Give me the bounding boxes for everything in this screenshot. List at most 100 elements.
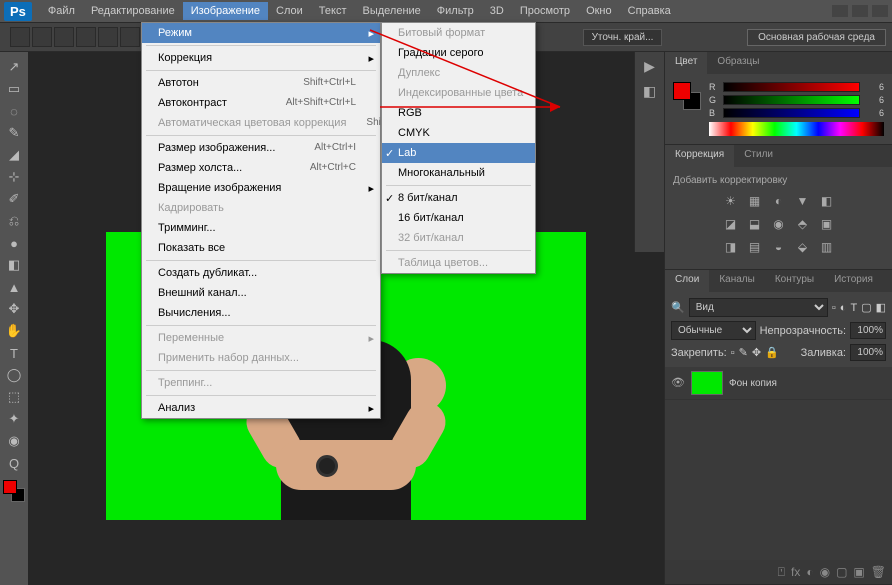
menu-item[interactable]: Режим▸	[142, 23, 380, 43]
menu-item[interactable]: АвтоконтрастAlt+Shift+Ctrl+L	[142, 93, 380, 113]
b-slider[interactable]	[723, 108, 860, 118]
layer-name[interactable]: Фон копия	[729, 378, 777, 389]
adj-icon[interactable]: ▥	[818, 238, 836, 256]
foreground-background-color[interactable]	[3, 480, 25, 502]
adj-icon[interactable]: ◪	[722, 215, 740, 233]
tool-button[interactable]: ✐	[2, 188, 26, 210]
lock-icon[interactable]: ✎	[739, 346, 748, 359]
blend-mode-select[interactable]: Обычные	[671, 321, 756, 340]
tab-adjustments[interactable]: Коррекция	[665, 145, 734, 167]
opt-icon[interactable]	[32, 27, 52, 47]
tool-button[interactable]: ◯	[2, 364, 26, 386]
tool-button[interactable]: Q	[2, 452, 26, 474]
tab-swatches[interactable]: Образцы	[707, 52, 769, 74]
tab-layers[interactable]: Слои	[665, 270, 709, 292]
menu-item[interactable]: Размер холста...Alt+Ctrl+C	[142, 158, 380, 178]
play-icon[interactable]: ▶	[644, 58, 655, 75]
close-button[interactable]	[872, 5, 888, 17]
menu-справка[interactable]: Справка	[620, 2, 679, 20]
tool-button[interactable]: ◧	[2, 254, 26, 276]
adj-icon[interactable]: ⬙	[794, 238, 812, 256]
menu-item[interactable]: Анализ▸	[142, 398, 380, 418]
menu-item[interactable]: Вычисления...	[142, 303, 380, 323]
adj-icon[interactable]: ⬘	[794, 215, 812, 233]
submenu-item[interactable]: 16 бит/канал	[382, 208, 535, 228]
opt-icon[interactable]	[98, 27, 118, 47]
menu-фильтр[interactable]: Фильтр	[429, 2, 482, 20]
lock-icon[interactable]: ▫	[731, 347, 735, 359]
delete-layer-icon[interactable]: 🗑	[871, 565, 886, 579]
adj-icon[interactable]: ▤	[746, 238, 764, 256]
menu-item[interactable]: Коррекция▸	[142, 48, 380, 68]
menu-просмотр[interactable]: Просмотр	[512, 2, 578, 20]
tool-button[interactable]: ▲	[2, 276, 26, 298]
lock-icon[interactable]: 🔒	[765, 346, 779, 359]
tab-color[interactable]: Цвет	[665, 52, 707, 74]
panel-icon[interactable]: ◧	[643, 83, 656, 100]
minimize-button[interactable]	[832, 5, 848, 17]
g-value[interactable]: 6	[864, 95, 884, 105]
b-value[interactable]: 6	[864, 108, 884, 118]
submenu-item[interactable]: CMYK	[382, 123, 535, 143]
group-icon[interactable]: ▢	[836, 565, 847, 579]
tool-button[interactable]: T	[2, 342, 26, 364]
tool-button[interactable]: ✎	[2, 122, 26, 144]
tab-paths[interactable]: Контуры	[765, 270, 824, 292]
menu-3d[interactable]: 3D	[482, 2, 512, 20]
foreground-color-swatch[interactable]	[3, 480, 17, 494]
adj-icon[interactable]: ◒	[770, 238, 788, 256]
filter-icon[interactable]: ◧	[876, 301, 886, 314]
menu-текст[interactable]: Текст	[311, 2, 355, 20]
tool-button[interactable]: ◉	[2, 430, 26, 452]
layer-thumbnail[interactable]	[691, 371, 723, 395]
adj-icon[interactable]: ▦	[746, 192, 764, 210]
menu-item[interactable]: Вращение изображения▸	[142, 178, 380, 198]
tab-history[interactable]: История	[824, 270, 883, 292]
g-slider[interactable]	[723, 95, 860, 105]
menu-item[interactable]: Размер изображения...Alt+Ctrl+I	[142, 138, 380, 158]
r-value[interactable]: 6	[864, 82, 884, 92]
menu-слои[interactable]: Слои	[268, 2, 311, 20]
fx-icon[interactable]: fx	[791, 565, 800, 579]
opt-icon[interactable]	[54, 27, 74, 47]
tool-button[interactable]: ▭	[2, 78, 26, 100]
submenu-item[interactable]: ✓8 бит/канал	[382, 188, 535, 208]
adj-icon[interactable]: ☀	[722, 192, 740, 210]
workspace-switcher[interactable]: Основная рабочая среда	[747, 29, 886, 46]
adj-icon[interactable]: ◉	[770, 215, 788, 233]
tool-button[interactable]: ⎌	[2, 210, 26, 232]
adj-icon[interactable]: ▼	[794, 192, 812, 210]
color-swatches[interactable]	[673, 82, 701, 110]
tool-button[interactable]: ✋	[2, 320, 26, 342]
filter-icon[interactable]: ▫	[832, 302, 836, 314]
link-layers-icon[interactable]: ⍞	[778, 565, 785, 580]
visibility-icon[interactable]: 👁	[671, 376, 685, 390]
submenu-item[interactable]: Многоканальный	[382, 163, 535, 183]
tool-button[interactable]: ●	[2, 232, 26, 254]
new-layer-icon[interactable]: ▣	[853, 565, 864, 579]
filter-icon[interactable]: ◐	[840, 302, 847, 314]
filter-icon[interactable]: T	[850, 302, 857, 314]
tab-channels[interactable]: Каналы	[709, 270, 765, 292]
opt-icon[interactable]	[76, 27, 96, 47]
submenu-item[interactable]: RGB	[382, 103, 535, 123]
tool-button[interactable]: ⬚	[2, 386, 26, 408]
refine-edge-button[interactable]: Уточн. край...	[583, 29, 663, 46]
adj-icon[interactable]: ▣	[818, 215, 836, 233]
filter-icon[interactable]: ▢	[861, 301, 871, 314]
adj-icon[interactable]: ⬓	[746, 215, 764, 233]
menu-item[interactable]: Тримминг...	[142, 218, 380, 238]
adj-icon[interactable]: ◐	[770, 192, 788, 210]
tool-button[interactable]: ✦	[2, 408, 26, 430]
tool-button[interactable]: ◌	[2, 100, 26, 122]
menu-item[interactable]: Внешний канал...	[142, 283, 380, 303]
tool-button[interactable]: ↗	[2, 56, 26, 78]
menu-окно[interactable]: Окно	[578, 2, 620, 20]
submenu-item[interactable]: ✓Lab	[382, 143, 535, 163]
menu-изображение[interactable]: Изображение	[183, 2, 268, 20]
color-spectrum[interactable]	[709, 122, 884, 136]
menu-выделение[interactable]: Выделение	[355, 2, 429, 20]
submenu-item[interactable]: Градации серого	[382, 43, 535, 63]
tool-button[interactable]: ✥	[2, 298, 26, 320]
layer-row[interactable]: 👁 Фон копия	[665, 367, 892, 400]
